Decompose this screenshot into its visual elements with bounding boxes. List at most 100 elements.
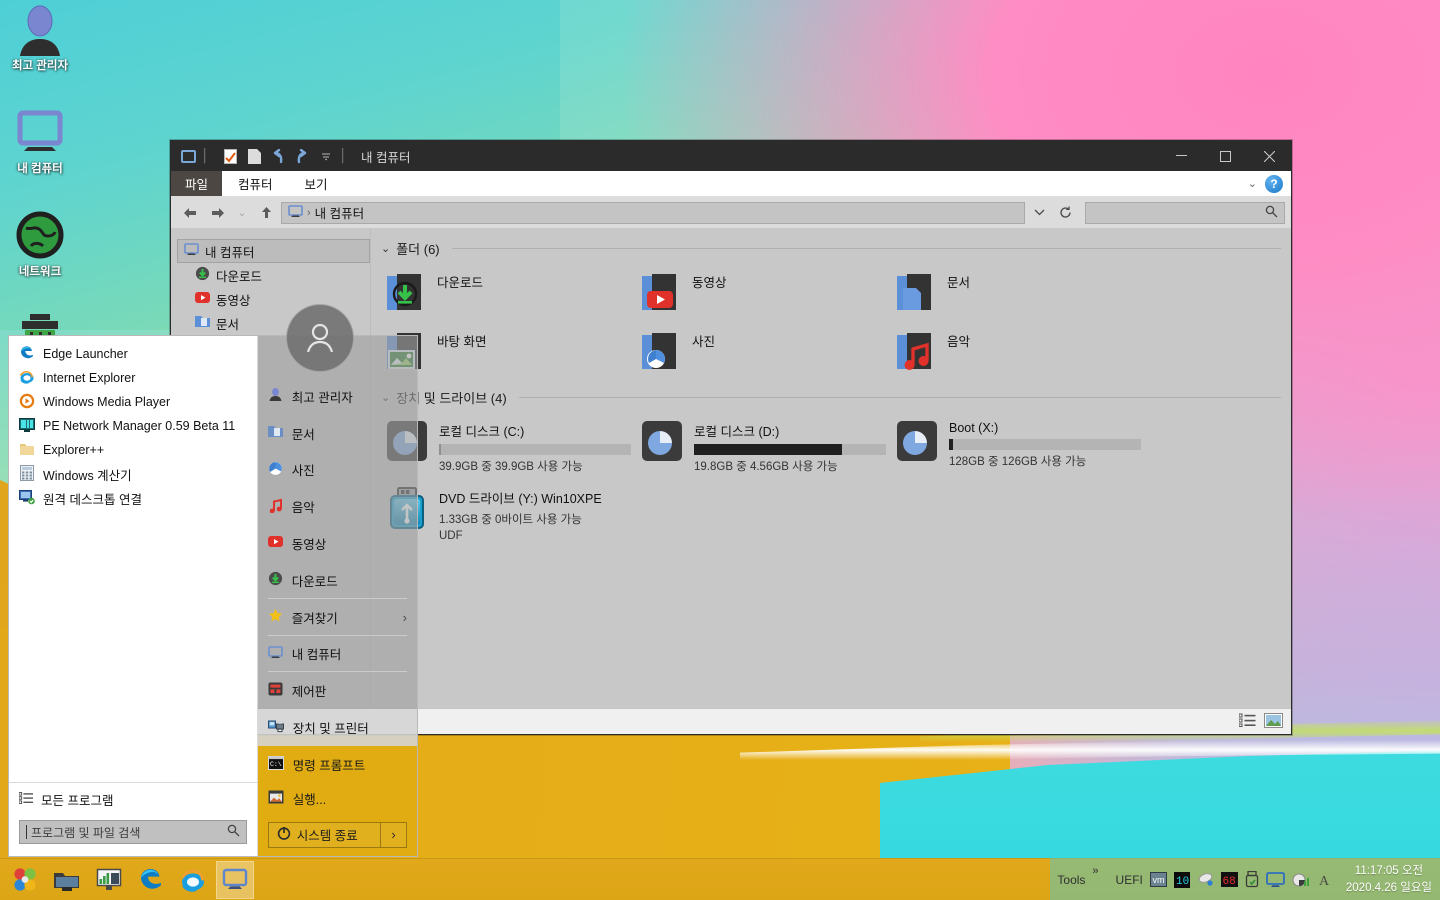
up-button[interactable]	[253, 201, 279, 225]
folder-tile-desktop[interactable]: 바탕 화면	[381, 323, 636, 380]
avatar[interactable]	[285, 304, 354, 372]
system-tray[interactable]: Tools » UEFI vm 10 68 A 11:17:05 오전 2020…	[1057, 859, 1440, 900]
start-place-videos[interactable]: 동영상	[258, 525, 417, 562]
taskbar-edge[interactable]	[132, 861, 170, 899]
start-place-my-computer[interactable]: 내 컴퓨터	[258, 636, 417, 673]
start-button[interactable]	[6, 861, 44, 899]
undo-icon[interactable]	[267, 145, 289, 167]
all-programs-button[interactable]: 모든 프로그램	[9, 782, 257, 816]
vm-icon[interactable]: vm	[1149, 872, 1167, 887]
tab-view[interactable]: 보기	[289, 171, 344, 196]
chevron-right-icon[interactable]: ›	[403, 610, 407, 625]
drive-tile-y[interactable]: DVD 드라이브 (Y:) Win10XPE 1.33GB 중 0바이트 사용 …	[381, 480, 636, 546]
shutdown-options-button[interactable]: ›	[380, 822, 406, 847]
start-place-control-panel[interactable]: 제어판	[258, 672, 417, 709]
segment-display-icon[interactable]: 10	[1173, 871, 1190, 888]
nav-item-downloads[interactable]: 다운로드	[177, 263, 370, 287]
start-item-windows-media-player[interactable]: Windows Media Player	[9, 390, 257, 414]
explorer-content[interactable]: ⌄ 폴더 (6) 다운로드 동영상 문서 바탕 화면 사진 음악 장치 및 드라…	[371, 229, 1291, 708]
drive-tile-x[interactable]: Boot (X:) 128GB 중 126GB 사용 가능	[891, 413, 1146, 478]
taskbar-my-computer[interactable]	[216, 860, 254, 899]
start-item-run[interactable]: 실행...	[258, 782, 417, 816]
start-place-documents[interactable]: 문서	[258, 415, 417, 452]
redo-icon[interactable]	[291, 145, 313, 167]
customize-icon[interactable]	[315, 145, 337, 167]
new-folder-icon[interactable]	[243, 145, 265, 167]
nav-item-videos[interactable]: 동영상	[177, 287, 370, 311]
chevron-down-icon[interactable]: ⌄	[1248, 177, 1257, 190]
ribbon-tabs[interactable]: 파일 컴퓨터 보기 ⌄ ?	[171, 171, 1291, 197]
start-menu-places-panel[interactable]: 최고 관리자 문서 사진 음악 동영상 다운로드 즐겨찾기 › 내 컴퓨터 제어…	[257, 304, 417, 856]
ime-icon[interactable]: A	[1317, 872, 1333, 888]
desktop-icon-user[interactable]: 최고 관리자	[0, 4, 80, 73]
start-item-internet-explorer[interactable]: Internet Explorer	[9, 366, 257, 390]
folder-tile-documents[interactable]: 문서	[891, 264, 1146, 321]
maximize-button[interactable]	[1203, 141, 1247, 171]
start-item-remote-desktop[interactable]: 원격 데스크톱 연결	[9, 486, 257, 510]
start-search-input[interactable]: 프로그램 및 파일 검색	[19, 820, 247, 844]
group-header-folders[interactable]: ⌄ 폴더 (6)	[381, 239, 1281, 258]
address-dropdown-button[interactable]	[1027, 202, 1051, 224]
temperature-icon[interactable]: 68	[1220, 872, 1238, 887]
breadcrumb-current[interactable]: 내 컴퓨터	[315, 203, 364, 222]
folder-tile-videos[interactable]: 동영상	[636, 264, 891, 321]
display-icon[interactable]	[1265, 871, 1285, 888]
tray-uefi-label[interactable]: UEFI	[1116, 873, 1143, 887]
start-item-command-prompt[interactable]: C:\ 명령 프롬프트	[258, 748, 417, 782]
start-item-edge-launcher[interactable]: Edge Launcher	[9, 342, 257, 366]
back-button[interactable]	[177, 201, 203, 225]
start-menu-program-list[interactable]: Edge Launcher Internet Explorer Windows …	[9, 336, 257, 782]
drive-tiles[interactable]: 로컬 디스크 (C:) 39.9GB 중 39.9GB 사용 가능 로컬 디스크…	[381, 413, 1281, 548]
start-place-devices-printers[interactable]: 장치 및 프린터	[257, 709, 417, 746]
start-menu-bottom-panel[interactable]: C:\ 명령 프롬프트 실행... 시스템 종료 ›	[257, 745, 417, 856]
nav-item-my-computer[interactable]: 내 컴퓨터	[177, 239, 370, 263]
start-menu-search[interactable]: 프로그램 및 파일 검색	[9, 816, 257, 856]
help-icon[interactable]: ?	[1265, 174, 1283, 193]
window-controls[interactable]	[1159, 141, 1291, 171]
tab-file[interactable]: 파일	[171, 171, 223, 196]
start-item-pe-network-manager[interactable]: PE Network Manager 0.59 Beta 11	[9, 414, 257, 438]
refresh-button[interactable]	[1053, 202, 1077, 224]
start-place-downloads[interactable]: 다운로드	[258, 562, 417, 599]
taskbar-ie[interactable]	[174, 861, 212, 899]
recent-locations-button[interactable]: ⌄	[233, 201, 251, 225]
group-header-drives[interactable]: ⌄ 장치 및 드라이브 (4)	[381, 388, 1281, 407]
start-menu[interactable]: Edge Launcher Internet Explorer Windows …	[8, 304, 418, 857]
taskbar-explorer-shortcut[interactable]	[48, 861, 86, 899]
start-place-user[interactable]: 최고 관리자	[258, 378, 417, 415]
shutdown-button[interactable]: 시스템 종료 ›	[267, 821, 407, 848]
folder-tile-music[interactable]: 음악	[891, 323, 1146, 380]
taskbar-network-monitor[interactable]	[90, 861, 128, 899]
folder-tile-downloads[interactable]: 다운로드	[381, 264, 636, 321]
desktop-icon-my-computer[interactable]: 내 컴퓨터	[0, 107, 80, 176]
drive-tile-c[interactable]: 로컬 디스크 (C:) 39.9GB 중 39.9GB 사용 가능	[381, 413, 636, 478]
window-icon[interactable]	[177, 145, 199, 167]
breadcrumb[interactable]: › 내 컴퓨터	[281, 201, 1025, 224]
minimize-button[interactable]	[1159, 141, 1203, 171]
close-button[interactable]	[1247, 141, 1291, 171]
start-menu-programs-panel[interactable]: Edge Launcher Internet Explorer Windows …	[9, 336, 258, 856]
explorer-titlebar[interactable]: ▏ ▏ 내 컴퓨터	[171, 141, 1291, 171]
usb-eject-icon[interactable]	[1245, 871, 1259, 888]
large-icons-view-icon[interactable]	[1264, 712, 1283, 731]
chevron-down-icon[interactable]: ⌄	[381, 242, 390, 255]
start-item-windows-calculator[interactable]: Windows 계산기	[9, 462, 257, 486]
folder-tiles[interactable]: 다운로드 동영상 문서 바탕 화면 사진 음악	[381, 264, 1281, 382]
folder-tile-pictures[interactable]: 사진	[636, 323, 891, 380]
drive-tile-d[interactable]: 로컬 디스크 (D:) 19.8GB 중 4.56GB 사용 가능	[636, 413, 891, 478]
clock[interactable]: 11:17:05 오전 2020.4.26 일요일	[1340, 863, 1432, 896]
taskbar[interactable]: Tools » UEFI vm 10 68 A 11:17:05 오전 2020…	[0, 858, 1440, 900]
properties-icon[interactable]	[219, 145, 241, 167]
start-place-favorites[interactable]: 즐겨찾기 ›	[258, 599, 417, 636]
address-bar[interactable]: ⌄ › 내 컴퓨터	[171, 197, 1291, 229]
tab-computer[interactable]: 컴퓨터	[222, 171, 289, 196]
mouse-icon[interactable]	[1197, 872, 1214, 887]
forward-button[interactable]	[205, 201, 231, 225]
desktop-icon-network[interactable]: 네트워크	[0, 210, 80, 279]
start-place-music[interactable]: 음악	[258, 488, 417, 525]
search-input[interactable]	[1085, 201, 1285, 224]
volume-icon[interactable]	[1292, 872, 1310, 888]
start-place-pictures[interactable]: 사진	[258, 452, 417, 489]
details-view-icon[interactable]	[1238, 713, 1256, 730]
start-item-explorer-plus-plus[interactable]: Explorer++	[9, 438, 257, 462]
